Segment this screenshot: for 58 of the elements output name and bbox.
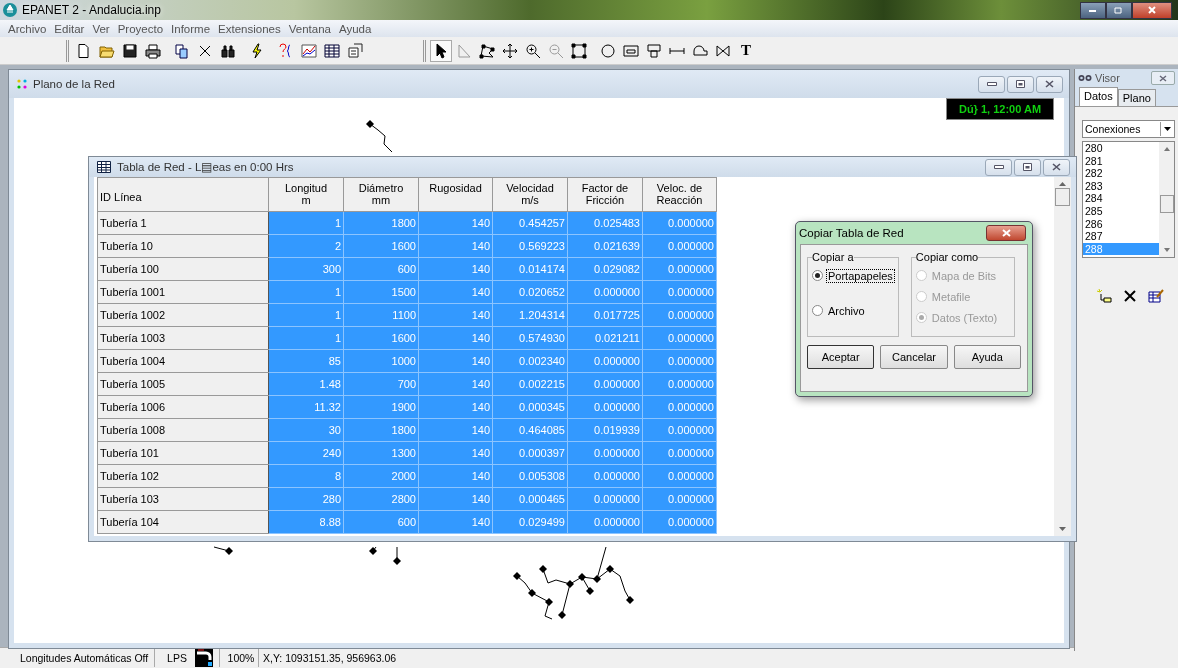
- tab[interactable]: Datos: [1079, 87, 1118, 106]
- dialog-button[interactable]: Cancelar: [880, 345, 948, 369]
- list-item[interactable]: 287: [1083, 230, 1159, 243]
- column-header[interactable]: Velocidad m/s: [492, 177, 568, 212]
- table-cell: Tubería 1001: [97, 280, 269, 304]
- list-item[interactable]: 281: [1083, 154, 1159, 168]
- menu-item[interactable]: Informe: [167, 22, 215, 35]
- radio-label[interactable]: Portapapeles: [827, 269, 894, 282]
- menu-item[interactable]: Editar: [50, 22, 89, 35]
- status-text: 100%: [219, 649, 259, 667]
- table-cell: Tubería 1004: [97, 349, 269, 373]
- menu-item[interactable]: Extensiones: [214, 22, 285, 35]
- menu-item[interactable]: Ayuda: [334, 22, 376, 35]
- column-header[interactable]: Factor de Fricción: [567, 177, 643, 212]
- menu-item[interactable]: Archivo: [4, 22, 51, 35]
- table-cell: Tubería 1002: [97, 303, 269, 327]
- panel-title: Visor: [1095, 72, 1120, 84]
- column-header[interactable]: Rugosidad: [418, 177, 493, 212]
- list-item[interactable]: 282: [1083, 167, 1159, 180]
- radio-label[interactable]: Archivo: [827, 304, 866, 317]
- status-text: X,Y: 1093151.35, 956963.06: [262, 651, 398, 666]
- window-title: EPANET 2 - Andalucia.inp: [22, 3, 161, 17]
- table-cell: Tubería 1: [97, 211, 269, 235]
- table-cell: Tubería 1005: [97, 372, 269, 396]
- column-header[interactable]: ID Línea: [97, 177, 269, 212]
- table-cell: Tubería 10: [97, 234, 269, 258]
- list-item[interactable]: 283: [1083, 179, 1159, 193]
- column-header[interactable]: Diámetro mm: [343, 177, 419, 212]
- table-cell: Tubería 101: [97, 441, 269, 465]
- group-label: Copiar como: [915, 251, 979, 263]
- menu-item[interactable]: Proyecto: [113, 22, 168, 35]
- window-title: Tabla de Red - L▤eas en 0:00 Hrs: [117, 160, 294, 174]
- table-cell: Tubería 1003: [97, 326, 269, 350]
- column-header[interactable]: Longitud m: [268, 177, 344, 212]
- table-cell: Tubería 104: [97, 510, 269, 534]
- time-display: Dú} 1, 12:00 AM: [946, 98, 1054, 120]
- table-cell: Tubería 1006: [97, 395, 269, 419]
- status-text: LPS: [166, 651, 188, 666]
- category-dropdown[interactable]: Conexiones: [1082, 120, 1175, 138]
- table-cell: Tubería 1008: [97, 418, 269, 442]
- group-label: Copiar a: [812, 251, 854, 263]
- tab[interactable]: Plano: [1117, 89, 1156, 106]
- dialog-button[interactable]: Aceptar: [807, 345, 875, 369]
- menu-item[interactable]: Ventana: [284, 22, 335, 35]
- dialog-button[interactable]: Ayuda: [953, 345, 1021, 369]
- window-title: Plano de la Red: [33, 78, 115, 90]
- table-cell: Tubería 103: [97, 487, 269, 511]
- column-header[interactable]: Veloc. de Reacción: [642, 177, 717, 212]
- menu-item[interactable]: Ver: [88, 22, 114, 35]
- list-item[interactable]: 285: [1083, 204, 1159, 218]
- table-cell: Tubería 100: [97, 257, 269, 281]
- list-item[interactable]: 280: [1083, 142, 1159, 155]
- status-text: Longitudes Automáticas Off: [0, 649, 155, 667]
- list-item[interactable]: 284: [1083, 192, 1159, 205]
- table-cell: Tubería 102: [97, 464, 269, 488]
- list-item[interactable]: 286: [1083, 217, 1159, 231]
- dialog-title: Copiar Tabla de Red: [799, 227, 904, 239]
- text-tool-button[interactable]: T: [735, 39, 757, 62]
